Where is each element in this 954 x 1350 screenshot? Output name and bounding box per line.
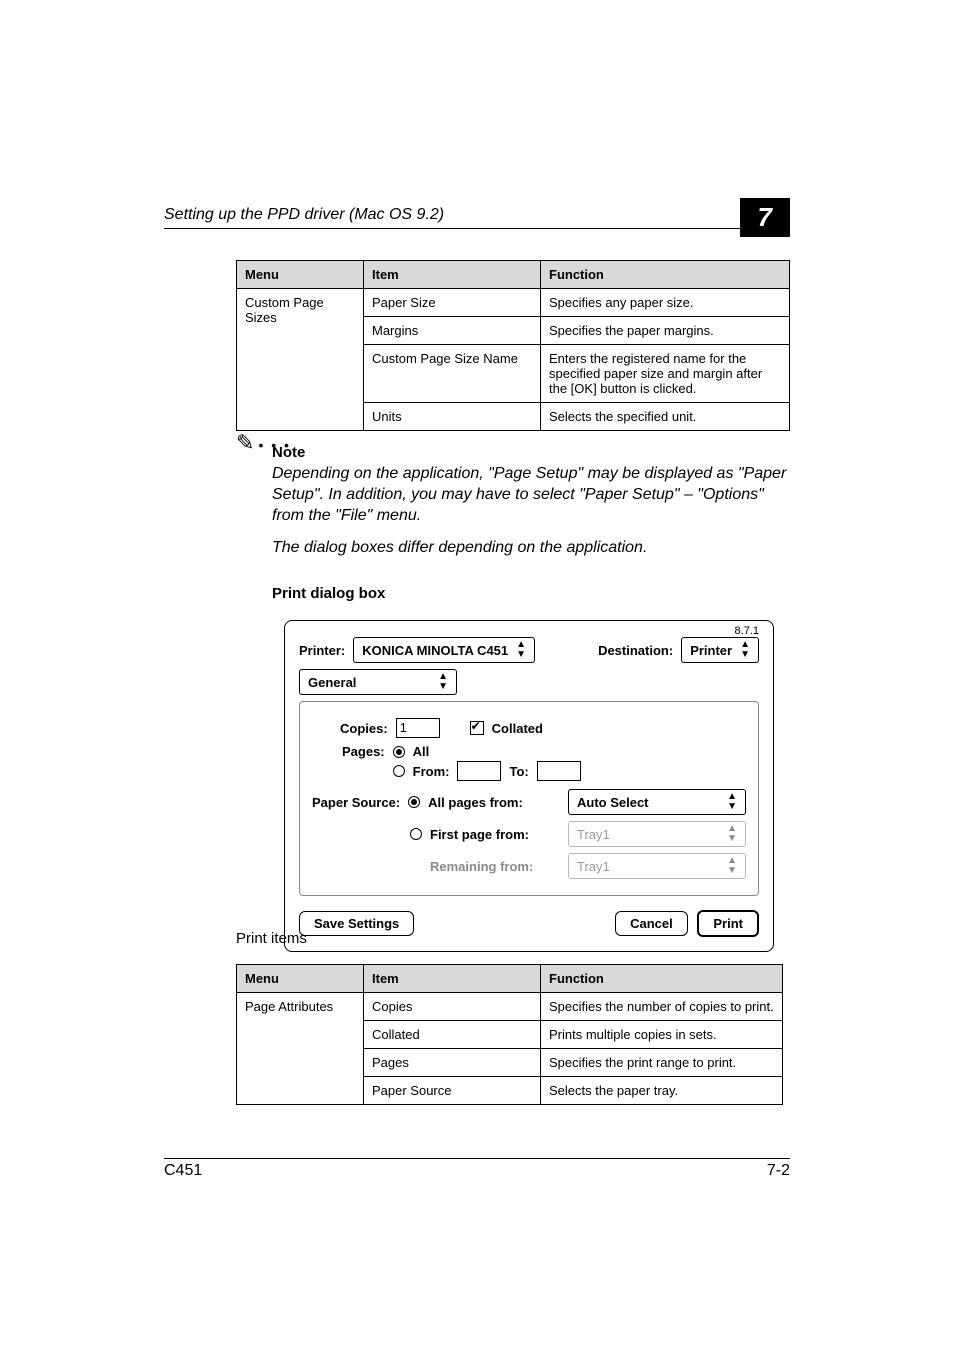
pages-all-radio[interactable] bbox=[393, 746, 405, 758]
all-pages-label: All pages from: bbox=[428, 795, 523, 810]
col-item: Item bbox=[364, 261, 541, 289]
item-cell: Margins bbox=[364, 317, 541, 345]
col-item: Item bbox=[364, 965, 541, 993]
printer-value: KONICA MINOLTA C451 bbox=[362, 643, 508, 658]
running-header: Setting up the PPD driver (Mac OS 9.2) bbox=[164, 206, 790, 229]
all-pages-value: Auto Select bbox=[577, 795, 649, 810]
footer-left: C451 bbox=[164, 1162, 202, 1180]
func-cell: Enters the registered name for the speci… bbox=[541, 345, 790, 403]
col-menu: Menu bbox=[237, 261, 364, 289]
func-cell: Selects the specified unit. bbox=[541, 403, 790, 431]
pages-all-label: All bbox=[413, 744, 430, 759]
remaining-value: Tray1 bbox=[577, 859, 610, 874]
remaining-select: Tray1 ▲▼ bbox=[568, 853, 746, 879]
panel-select[interactable]: General ▲▼ bbox=[299, 669, 457, 695]
item-cell: Paper Source bbox=[364, 1077, 541, 1105]
printer-label: Printer: bbox=[299, 643, 345, 658]
pages-from-label: From: bbox=[413, 764, 450, 779]
custom-page-sizes-table: Menu Item Function Custom Page Sizes Pap… bbox=[236, 260, 790, 431]
note-label: Note bbox=[272, 444, 305, 461]
func-cell: Specifies the print range to print. bbox=[541, 1049, 783, 1077]
item-cell: Paper Size bbox=[364, 289, 541, 317]
to-input[interactable] bbox=[537, 761, 581, 781]
note-paragraph-2: The dialog boxes differ depending on the… bbox=[272, 538, 790, 559]
all-pages-radio[interactable] bbox=[408, 796, 420, 808]
footer-right: 7-2 bbox=[767, 1162, 790, 1180]
func-cell: Specifies the number of copies to print. bbox=[541, 993, 783, 1021]
cancel-button[interactable]: Cancel bbox=[615, 911, 688, 936]
first-page-select: Tray1 ▲▼ bbox=[568, 821, 746, 847]
chevron-updown-icon: ▲▼ bbox=[727, 792, 737, 812]
table-row: Custom Page Sizes Paper Size Specifies a… bbox=[237, 289, 790, 317]
chevron-updown-icon: ▲▼ bbox=[727, 824, 737, 844]
table-row: Page Attributes Copies Specifies the num… bbox=[237, 993, 783, 1021]
item-cell: Collated bbox=[364, 1021, 541, 1049]
func-cell: Prints multiple copies in sets. bbox=[541, 1021, 783, 1049]
col-function: Function bbox=[541, 965, 783, 993]
panel-value: General bbox=[308, 675, 356, 690]
chevron-updown-icon: ▲▼ bbox=[727, 856, 737, 876]
print-items-table: Menu Item Function Page Attributes Copie… bbox=[236, 964, 783, 1105]
print-dialog-subhead: Print dialog box bbox=[272, 585, 385, 602]
footer-rule bbox=[164, 1158, 790, 1159]
print-button[interactable]: Print bbox=[697, 910, 759, 937]
pages-to-label: To: bbox=[509, 764, 528, 779]
first-page-label: First page from: bbox=[430, 827, 529, 842]
print-items-label: Print items bbox=[236, 930, 307, 947]
destination-select[interactable]: Printer ▲▼ bbox=[681, 637, 759, 663]
chevron-updown-icon: ▲▼ bbox=[740, 640, 750, 660]
copies-label: Copies: bbox=[340, 721, 388, 736]
func-cell: Selects the paper tray. bbox=[541, 1077, 783, 1105]
dialog-version: 8.7.1 bbox=[735, 625, 759, 637]
pages-from-radio[interactable] bbox=[393, 765, 405, 777]
chapter-number: 7 bbox=[740, 198, 790, 237]
header-title: Setting up the PPD driver (Mac OS 9.2) bbox=[164, 206, 444, 223]
copies-input[interactable]: 1 bbox=[396, 718, 440, 738]
col-menu: Menu bbox=[237, 965, 364, 993]
item-cell: Pages bbox=[364, 1049, 541, 1077]
printer-select[interactable]: KONICA MINOLTA C451 ▲▼ bbox=[353, 637, 535, 663]
table-header-row: Menu Item Function bbox=[237, 965, 783, 993]
collated-checkbox[interactable] bbox=[470, 721, 484, 735]
collated-label: Collated bbox=[492, 721, 543, 736]
paper-source-label: Paper Source: bbox=[312, 795, 400, 810]
save-settings-button[interactable]: Save Settings bbox=[299, 911, 414, 936]
func-cell: Specifies any paper size. bbox=[541, 289, 790, 317]
item-cell: Custom Page Size Name bbox=[364, 345, 541, 403]
general-panel: Copies: 1 Collated Pages: All From: bbox=[299, 701, 759, 896]
destination-value: Printer bbox=[690, 643, 732, 658]
destination-label: Destination: bbox=[598, 643, 673, 658]
item-cell: Copies bbox=[364, 993, 541, 1021]
pages-label: Pages: bbox=[342, 744, 385, 759]
chevron-updown-icon: ▲▼ bbox=[516, 640, 526, 660]
note-paragraph-1: Depending on the application, "Page Setu… bbox=[272, 464, 790, 526]
from-input[interactable] bbox=[457, 761, 501, 781]
col-function: Function bbox=[541, 261, 790, 289]
func-cell: Specifies the paper margins. bbox=[541, 317, 790, 345]
item-cell: Units bbox=[364, 403, 541, 431]
first-page-value: Tray1 bbox=[577, 827, 610, 842]
print-dialog: 8.7.1 Printer: KONICA MINOLTA C451 ▲▼ De… bbox=[284, 620, 774, 952]
remaining-label: Remaining from: bbox=[430, 859, 533, 874]
first-page-radio[interactable] bbox=[410, 828, 422, 840]
menu-cell: Custom Page Sizes bbox=[237, 289, 364, 431]
all-pages-select[interactable]: Auto Select ▲▼ bbox=[568, 789, 746, 815]
chevron-updown-icon: ▲▼ bbox=[438, 672, 448, 692]
table-header-row: Menu Item Function bbox=[237, 261, 790, 289]
menu-cell: Page Attributes bbox=[237, 993, 364, 1105]
